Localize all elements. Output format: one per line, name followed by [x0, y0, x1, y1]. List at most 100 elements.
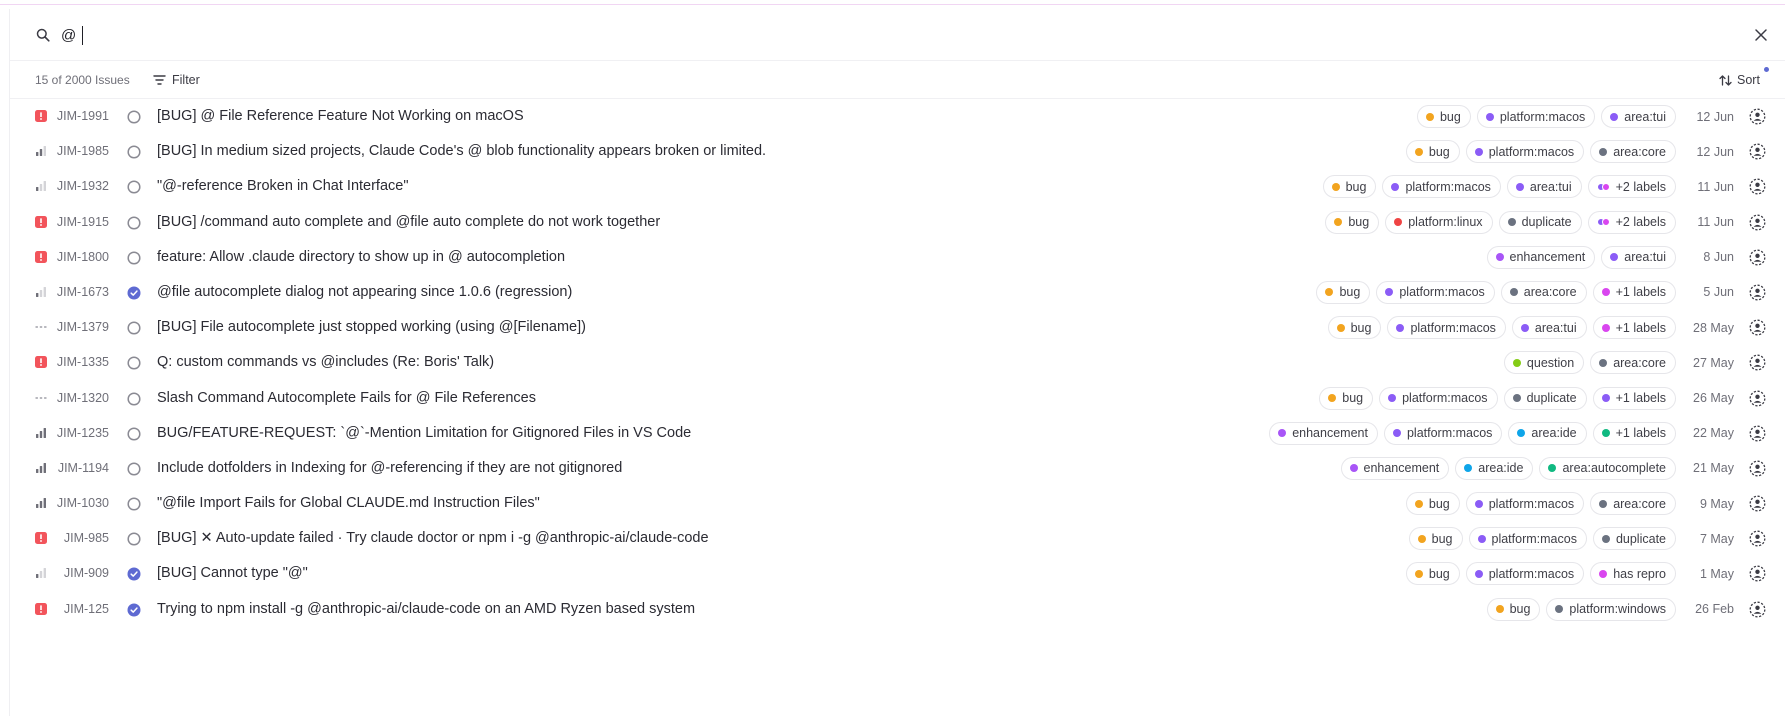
label-chip[interactable]: bug	[1486, 597, 1541, 621]
assignee-avatar-icon[interactable]	[1749, 143, 1766, 160]
label-chip[interactable]: platform:macos	[1465, 140, 1585, 164]
todo-status-icon[interactable]	[127, 356, 141, 370]
label-chip[interactable]: duplicate	[1498, 210, 1582, 234]
label-chip[interactable]: duplicate	[1592, 527, 1676, 551]
label-chip[interactable]: platform:linux	[1385, 210, 1493, 234]
todo-status-icon[interactable]	[127, 462, 141, 476]
label-chip[interactable]: bug	[1405, 492, 1460, 516]
label-chip[interactable]: has repro	[1590, 562, 1676, 586]
label-chip[interactable]: duplicate	[1503, 386, 1587, 410]
label-chip[interactable]: platform:macos	[1476, 105, 1596, 128]
label-chip[interactable]: bug	[1319, 386, 1374, 410]
label-chip[interactable]: bug	[1322, 175, 1377, 199]
assignee-avatar-icon[interactable]	[1749, 284, 1766, 301]
issue-title[interactable]: [BUG] @ File Reference Feature Not Worki…	[157, 108, 524, 124]
issue-row[interactable]: JIM-1194 Include dotfolders in Indexing f…	[10, 451, 1785, 486]
issue-title[interactable]: feature: Allow .claude directory to show…	[157, 249, 565, 265]
label-chip[interactable]: platform:macos	[1379, 386, 1498, 410]
label-chip[interactable]: area:tui	[1506, 175, 1582, 199]
label-chip[interactable]: area:core	[1590, 351, 1676, 375]
assignee-avatar-icon[interactable]	[1749, 390, 1766, 407]
label-chip[interactable]: area:core	[1590, 492, 1676, 516]
issue-row[interactable]: JIM-1030 "@file Import Fails for Global C…	[10, 486, 1785, 521]
issue-row[interactable]: JIM-1985 [BUG] In medium sized projects, …	[10, 134, 1785, 169]
label-chip[interactable]: area:tui	[1511, 316, 1587, 340]
close-icon[interactable]	[1753, 27, 1769, 43]
done-status-icon[interactable]	[127, 603, 141, 617]
done-status-icon[interactable]	[127, 286, 141, 300]
issue-row[interactable]: JIM-1379 [BUG] File autocomplete just sto…	[10, 310, 1785, 345]
issue-title[interactable]: Include dotfolders in Indexing for @-ref…	[157, 460, 622, 476]
issue-row[interactable]: JIM-1335 Q: custom commands vs @includes …	[10, 345, 1785, 380]
todo-status-icon[interactable]	[127, 321, 141, 335]
label-chip[interactable]: bug	[1327, 316, 1382, 340]
issue-row[interactable]: JIM-1800 feature: Allow .claude directory…	[10, 240, 1785, 275]
issue-row[interactable]: JIM-1235 BUG/FEATURE-REQUEST: `@`-Mention…	[10, 416, 1785, 451]
issue-title[interactable]: Trying to npm install -g @anthropic-ai/c…	[157, 601, 695, 617]
label-chip[interactable]: area:core	[1500, 280, 1587, 304]
label-chip[interactable]: area:ide	[1455, 456, 1534, 480]
label-chip[interactable]: +1 labels	[1592, 316, 1676, 340]
todo-status-icon[interactable]	[127, 110, 141, 124]
label-chip[interactable]: +1 labels	[1592, 386, 1676, 410]
assignee-avatar-icon[interactable]	[1749, 354, 1766, 371]
issue-row[interactable]: JIM-1320 Slash Command Autocomplete Fails…	[10, 381, 1785, 416]
issue-title[interactable]: "@file Import Fails for Global CLAUDE.md…	[157, 495, 540, 511]
todo-status-icon[interactable]	[127, 497, 141, 511]
issue-title[interactable]: @file autocomplete dialog not appearing …	[157, 284, 572, 300]
todo-status-icon[interactable]	[127, 391, 141, 406]
assignee-avatar-icon[interactable]	[1749, 178, 1766, 195]
assignee-avatar-icon[interactable]	[1749, 108, 1766, 125]
todo-status-icon[interactable]	[127, 180, 141, 194]
issue-row[interactable]: JIM-1991 [BUG] @ File Reference Feature N…	[10, 99, 1785, 134]
issue-row[interactable]: JIM-125 Trying to npm install -g @anthrop…	[10, 592, 1785, 627]
issue-row[interactable]: JIM-909 [BUG] Cannot type "@" bug platform:…	[10, 556, 1785, 591]
todo-status-icon[interactable]	[127, 427, 141, 441]
label-chip[interactable]: +2 labels	[1587, 175, 1676, 199]
issue-title[interactable]: [BUG] In medium sized projects, Claude C…	[157, 143, 766, 159]
label-chip[interactable]: bug	[1316, 280, 1371, 304]
label-chip[interactable]: platform:macos	[1382, 175, 1501, 199]
label-chip[interactable]: bug	[1405, 140, 1460, 164]
label-chip[interactable]: platform:macos	[1465, 492, 1585, 516]
assignee-avatar-icon[interactable]	[1749, 460, 1766, 477]
label-chip[interactable]: enhancement	[1486, 245, 1596, 269]
label-chip[interactable]: bug	[1325, 210, 1380, 234]
todo-status-icon[interactable]	[127, 532, 141, 546]
issue-title[interactable]: [BUG] File autocomplete just stopped wor…	[157, 319, 586, 335]
label-chip[interactable]: bug	[1408, 527, 1463, 551]
issue-title[interactable]: [BUG] Cannot type "@"	[157, 565, 308, 581]
label-chip[interactable]: +1 labels	[1592, 280, 1676, 304]
label-chip[interactable]: bug	[1405, 562, 1460, 586]
assignee-avatar-icon[interactable]	[1749, 249, 1766, 266]
assignee-avatar-icon[interactable]	[1749, 495, 1766, 512]
todo-status-icon[interactable]	[127, 216, 141, 230]
assignee-avatar-icon[interactable]	[1749, 565, 1766, 582]
assignee-avatar-icon[interactable]	[1749, 530, 1766, 547]
label-chip[interactable]: enhancement	[1269, 421, 1378, 445]
todo-status-icon[interactable]	[127, 251, 141, 265]
label-chip[interactable]: bug	[1416, 105, 1471, 128]
label-chip[interactable]: platform:macos	[1383, 421, 1503, 445]
issue-row[interactable]: JIM-985 [BUG] ✕ Auto-update failed · Try …	[10, 521, 1785, 556]
label-chip[interactable]: area:tui	[1601, 245, 1676, 269]
label-chip[interactable]: platform:macos	[1376, 280, 1495, 304]
issue-title[interactable]: "@-reference Broken in Chat Interface"	[157, 178, 409, 194]
assignee-avatar-icon[interactable]	[1749, 214, 1766, 231]
todo-status-icon[interactable]	[127, 145, 141, 159]
label-chip[interactable]: area:autocomplete	[1539, 456, 1676, 480]
label-chip[interactable]: platform:macos	[1465, 562, 1585, 586]
issue-row[interactable]: JIM-1932 "@-reference Broken in Chat Inte…	[10, 169, 1785, 204]
label-chip[interactable]: platform:macos	[1387, 316, 1506, 340]
label-chip[interactable]: question	[1503, 351, 1585, 375]
label-chip[interactable]: platform:windows	[1546, 597, 1676, 621]
assignee-avatar-icon[interactable]	[1749, 425, 1766, 442]
issue-title[interactable]: [BUG] /command auto complete and @file a…	[157, 214, 660, 230]
sort-button[interactable]: Sort	[1715, 68, 1764, 92]
issue-row[interactable]: JIM-1915 [BUG] /command auto complete and…	[10, 205, 1785, 240]
label-chip[interactable]: +1 labels	[1592, 421, 1676, 445]
issue-title[interactable]: Slash Command Autocomplete Fails for @ F…	[157, 390, 536, 406]
issue-title[interactable]: BUG/FEATURE-REQUEST: `@`-Mention Limitat…	[157, 425, 691, 441]
assignee-avatar-icon[interactable]	[1749, 601, 1766, 618]
label-chip[interactable]: platform:macos	[1468, 527, 1587, 551]
